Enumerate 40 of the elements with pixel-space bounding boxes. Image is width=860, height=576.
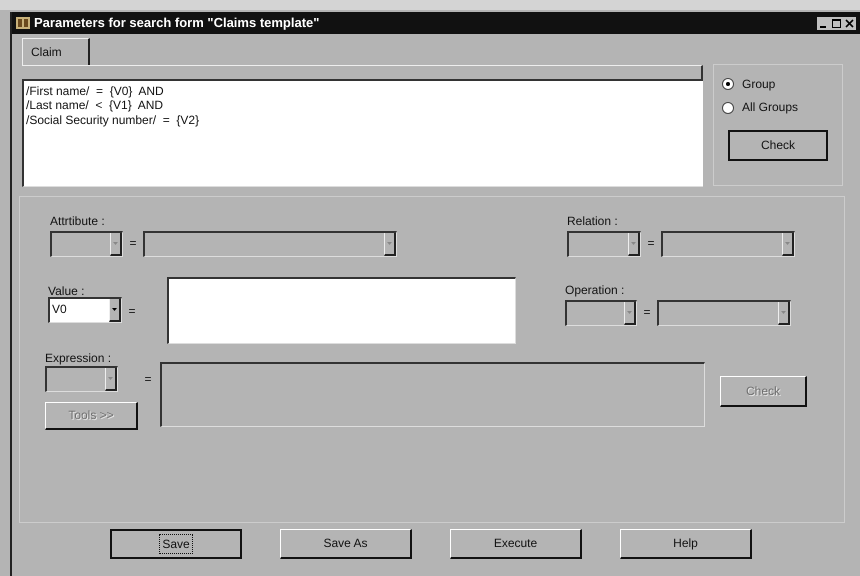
radio-label[interactable]: All Groups xyxy=(742,100,798,115)
query-text-area[interactable]: /First name/ = {V0} AND /Last name/ < {V1} AND /Social Security number/ = {V2} xyxy=(22,79,703,187)
dialog-button[interactable]: Execute xyxy=(450,529,582,559)
caret-icon xyxy=(781,311,786,314)
field-label: Relation : xyxy=(567,214,619,230)
equals-sign: = xyxy=(642,305,652,320)
equals-sign: = xyxy=(646,236,656,250)
dialog-button[interactable]: Help xyxy=(620,529,752,559)
tab[interactable]: Claim xyxy=(22,38,90,65)
query-line: /Social Security number/ = {V2} xyxy=(26,112,200,128)
radio-button[interactable] xyxy=(722,102,734,114)
close-icon[interactable] xyxy=(843,16,856,30)
field-label: Value : xyxy=(48,284,86,300)
caret-icon xyxy=(631,242,636,245)
field-label: Operation : xyxy=(565,283,626,299)
dropdown-value: V0 xyxy=(51,301,68,318)
caret-icon xyxy=(785,242,790,245)
caret-icon xyxy=(108,377,113,380)
maximize-icon[interactable] xyxy=(830,16,843,30)
query-line: /Last name/ < {V1} AND xyxy=(26,98,164,113)
query-line: /First name/ = {V0} AND xyxy=(26,84,165,98)
dialog-button[interactable]: Save As xyxy=(280,529,412,559)
radio-button[interactable] xyxy=(722,78,734,90)
caret-icon xyxy=(113,242,118,245)
caret-icon xyxy=(627,311,632,314)
caret-icon xyxy=(387,242,392,245)
check-button[interactable]: Check xyxy=(728,130,828,161)
field-label: Attrtibute : xyxy=(50,214,106,230)
window-title: Parameters for search form "Claims template" xyxy=(34,15,320,31)
equals-sign: = xyxy=(127,304,136,318)
caret-icon xyxy=(112,308,117,311)
value-text-area[interactable] xyxy=(167,277,516,344)
minimize-icon[interactable] xyxy=(817,16,830,30)
equals-sign: = xyxy=(128,236,138,250)
radio-label[interactable]: Group xyxy=(742,77,776,92)
app-icon xyxy=(16,17,30,29)
equals-sign: = xyxy=(143,372,152,386)
dialog-button[interactable]: Save xyxy=(110,529,242,559)
field-label: Expression : xyxy=(45,351,112,367)
dropdown-field[interactable]: V0 xyxy=(48,297,122,323)
